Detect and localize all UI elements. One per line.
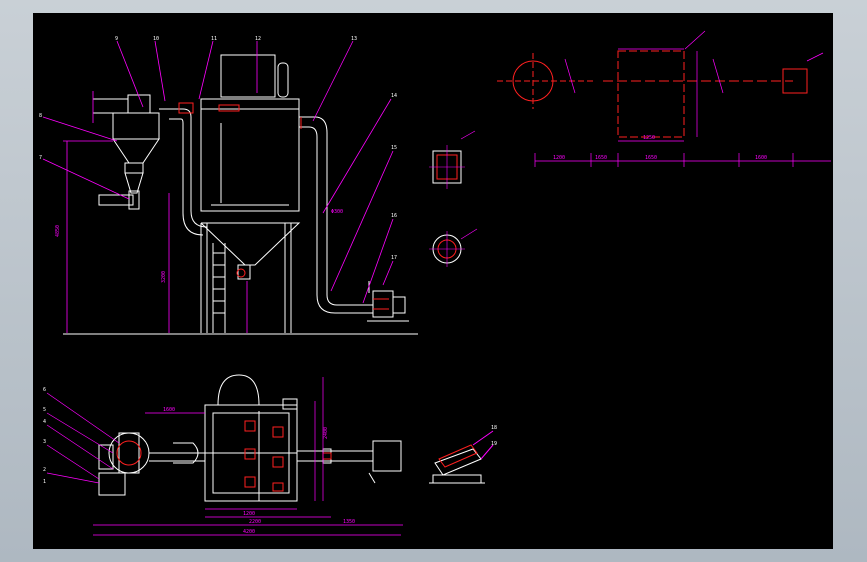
leader-1: 1: [43, 479, 46, 485]
leader-6: 6: [43, 387, 46, 393]
plan-dim-5: 2400: [323, 427, 329, 439]
plan-dimensions: [46, 377, 403, 536]
plan-dim-4: 1350: [343, 519, 355, 525]
leader-7: 7: [39, 155, 42, 161]
leader-4: 4: [43, 419, 46, 425]
leader-15: 15: [391, 145, 397, 151]
cad-viewport: 9 10 11 12 13 14 15 16 17 8 7 4850 3200 …: [0, 0, 867, 562]
plan-housing: [204, 374, 298, 502]
leader-12: 12: [255, 36, 261, 42]
leader-8: 8: [39, 113, 42, 119]
leader-13: 13: [351, 36, 357, 42]
tower: [200, 54, 301, 280]
leader-18: 18: [491, 425, 497, 431]
elevation-highlights: [178, 102, 389, 310]
drawing-sheet: 9 10 11 12 13 14 15 16 17 8 7 4850 3200 …: [33, 13, 833, 549]
dim-elev-mid: 3200: [161, 271, 167, 283]
plan-dim-1: 4200: [243, 529, 255, 535]
leader-10: 10: [153, 36, 159, 42]
plan-dim-3: 1200: [243, 511, 255, 517]
leader-9: 9: [115, 36, 118, 42]
plan-dim-6: 1600: [163, 407, 175, 413]
leader-17: 17: [391, 255, 397, 261]
elevation-dimensions: [63, 91, 248, 333]
dim-duct: Φ300: [331, 209, 343, 215]
leader-2: 2: [43, 467, 46, 473]
leader-14: 14: [391, 93, 397, 99]
leader-3: 3: [43, 439, 46, 445]
cad-drawing: 9 10 11 12 13 14 15 16 17 8 7 4850 3200 …: [39, 30, 831, 536]
leader-16: 16: [391, 213, 397, 219]
cyclone-assembly: [93, 94, 160, 210]
plan-outlet: [297, 440, 402, 484]
plan-cyclone: [98, 432, 205, 496]
fan-detail: 18 19: [429, 425, 497, 484]
leader-11: 11: [211, 36, 217, 42]
right-dim-4: 1600: [755, 155, 767, 161]
elevation-leaders: [42, 40, 394, 304]
dim-elev-left: 4850: [55, 225, 61, 237]
right-dim-inner: 1250: [643, 135, 655, 141]
elevation-view: 9 10 11 12 13 14 15 16 17 8 7 4850 3200 …: [39, 36, 418, 335]
right-dim-2: 1650: [595, 155, 607, 161]
plan-dim-2: 2200: [249, 519, 261, 525]
leader-19: 19: [491, 441, 497, 447]
plan-view: 4200 2200 1200 1350 2400 1600 6 5 4 3 2 …: [43, 374, 403, 536]
leader-5: 5: [43, 407, 46, 413]
right-dim-1: 1200: [553, 155, 565, 161]
ductwork: [159, 108, 409, 322]
plan-section-view: 1200 1650 1650 1600 1250: [497, 30, 831, 167]
right-dim-3: 1650: [645, 155, 657, 161]
detail-views: [429, 130, 478, 267]
